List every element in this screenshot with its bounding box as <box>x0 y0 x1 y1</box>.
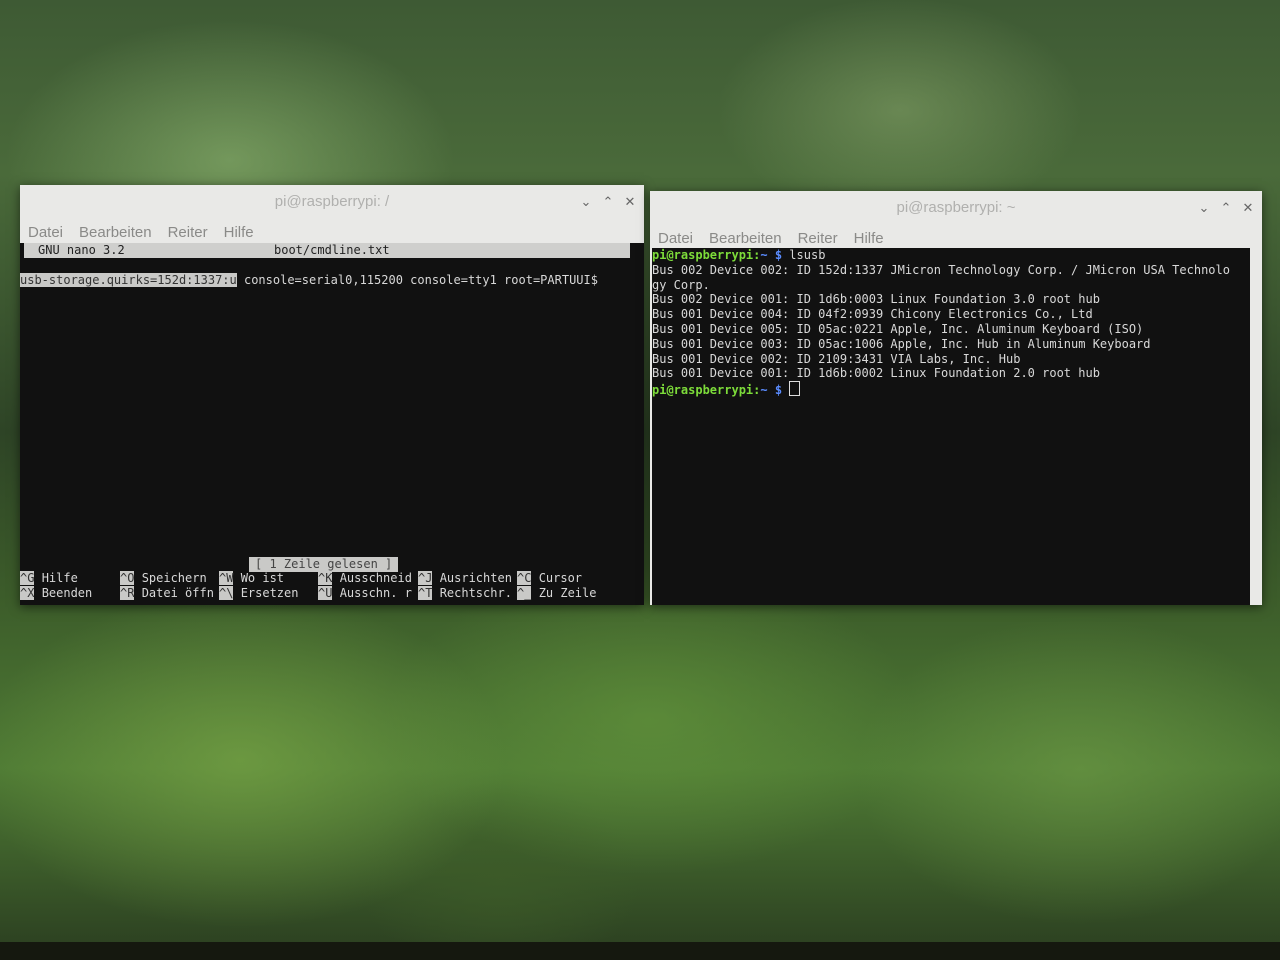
shortcut-cursor[interactable]: ^C Cursor <box>517 571 582 586</box>
shortcut-cut[interactable]: ^K Ausschneid <box>318 571 412 586</box>
lsusb-terminal-window[interactable]: pi@raspberrypi: ~ ⌄ ⌃ ✕ Datei Bearbeiten… <box>650 191 1262 605</box>
menu-bearbeiten[interactable]: Bearbeiten <box>79 224 152 241</box>
nano-status-message: [ 1 Zeile gelesen ] <box>249 557 399 572</box>
output-line: Bus 002 Device 001: ID 1d6b:0003 Linux F… <box>652 292 1100 307</box>
shortcut-justify[interactable]: ^J Ausrichten <box>418 571 512 586</box>
file-content-line[interactable]: usb-storage.quirks=152d:1337:u console=s… <box>20 273 598 288</box>
menu-reiter[interactable]: Reiter <box>168 224 208 241</box>
output-line: Bus 001 Device 003: ID 05ac:1006 Apple, … <box>652 336 1151 351</box>
maximize-icon[interactable]: ⌃ <box>1220 191 1232 225</box>
window-titlebar[interactable]: pi@raspberrypi: ~ ⌄ ⌃ ✕ <box>650 191 1262 225</box>
window-title: pi@raspberrypi: ~ <box>896 199 1016 216</box>
window-title: pi@raspberrypi: / <box>274 193 390 210</box>
screen-bezel <box>0 942 1280 960</box>
menu-datei[interactable]: Datei <box>658 230 693 247</box>
prompt-line[interactable]: pi@raspberrypi:~ $ <box>652 381 1250 397</box>
shortcut-where-is[interactable]: ^W Wo ist <box>219 571 284 586</box>
menu-bearbeiten[interactable]: Bearbeiten <box>709 230 782 247</box>
menubar: Datei Bearbeiten Reiter Hilfe <box>20 219 644 245</box>
output-line: Bus 002 Device 002: ID 152d:1337 JMicron… <box>652 262 1230 277</box>
output-line: gy Corp. <box>652 277 710 292</box>
output-line: Bus 001 Device 004: ID 04f2:0939 Chicony… <box>652 307 1093 322</box>
nano-terminal-window[interactable]: pi@raspberrypi: / ⌄ ⌃ ✕ Datei Bearbeiten… <box>20 185 644 605</box>
menu-hilfe[interactable]: Hilfe <box>854 230 884 247</box>
maximize-icon[interactable]: ⌃ <box>602 185 614 219</box>
shortcut-go-to-line[interactable]: ^_ Zu Zeile <box>517 586 596 601</box>
shortcut-replace[interactable]: ^\ Ersetzen <box>219 586 298 601</box>
output-line: Bus 001 Device 002: ID 2109:3431 VIA Lab… <box>652 351 1021 366</box>
nano-header: GNU nano 3.2 boot/cmdline.txt <box>24 243 630 258</box>
output-line: Bus 001 Device 001: ID 1d6b:0002 Linux F… <box>652 366 1100 381</box>
shortcut-help[interactable]: ^G Hilfe <box>20 571 78 586</box>
minimize-icon[interactable]: ⌄ <box>580 185 592 219</box>
shortcut-save[interactable]: ^O Speichern <box>120 571 207 586</box>
window-titlebar[interactable]: pi@raspberrypi: / ⌄ ⌃ ✕ <box>20 185 644 219</box>
nano-filename: boot/cmdline.txt <box>274 243 390 257</box>
shortcut-exit[interactable]: ^X Beenden <box>20 586 92 601</box>
shortcut-open-file[interactable]: ^R Datei öffn <box>120 586 214 601</box>
menu-reiter[interactable]: Reiter <box>798 230 838 247</box>
selected-text: usb-storage.quirks=152d:1337:u <box>20 273 237 287</box>
terminal-output[interactable]: pi@raspberrypi:~ $ lsusb Bus 002 Device … <box>652 248 1250 605</box>
nano-version: GNU nano 3.2 <box>38 243 125 257</box>
line-text: console=serial0,115200 console=tty1 root… <box>236 273 598 287</box>
close-icon[interactable]: ✕ <box>1242 191 1254 225</box>
command-line: pi@raspberrypi:~ $ lsusb <box>652 248 826 262</box>
menu-hilfe[interactable]: Hilfe <box>224 224 254 241</box>
shortcut-spell[interactable]: ^T Rechtschr. <box>418 586 512 601</box>
minimize-icon[interactable]: ⌄ <box>1198 191 1210 225</box>
close-icon[interactable]: ✕ <box>624 185 636 219</box>
menu-datei[interactable]: Datei <box>28 224 63 241</box>
output-line: Bus 001 Device 005: ID 05ac:0221 Apple, … <box>652 321 1144 336</box>
text-cursor <box>789 381 801 397</box>
nano-editor[interactable]: GNU nano 3.2 boot/cmdline.txt usb-storag… <box>20 243 644 605</box>
shortcut-uncut[interactable]: ^U Ausschn. r <box>318 586 412 601</box>
